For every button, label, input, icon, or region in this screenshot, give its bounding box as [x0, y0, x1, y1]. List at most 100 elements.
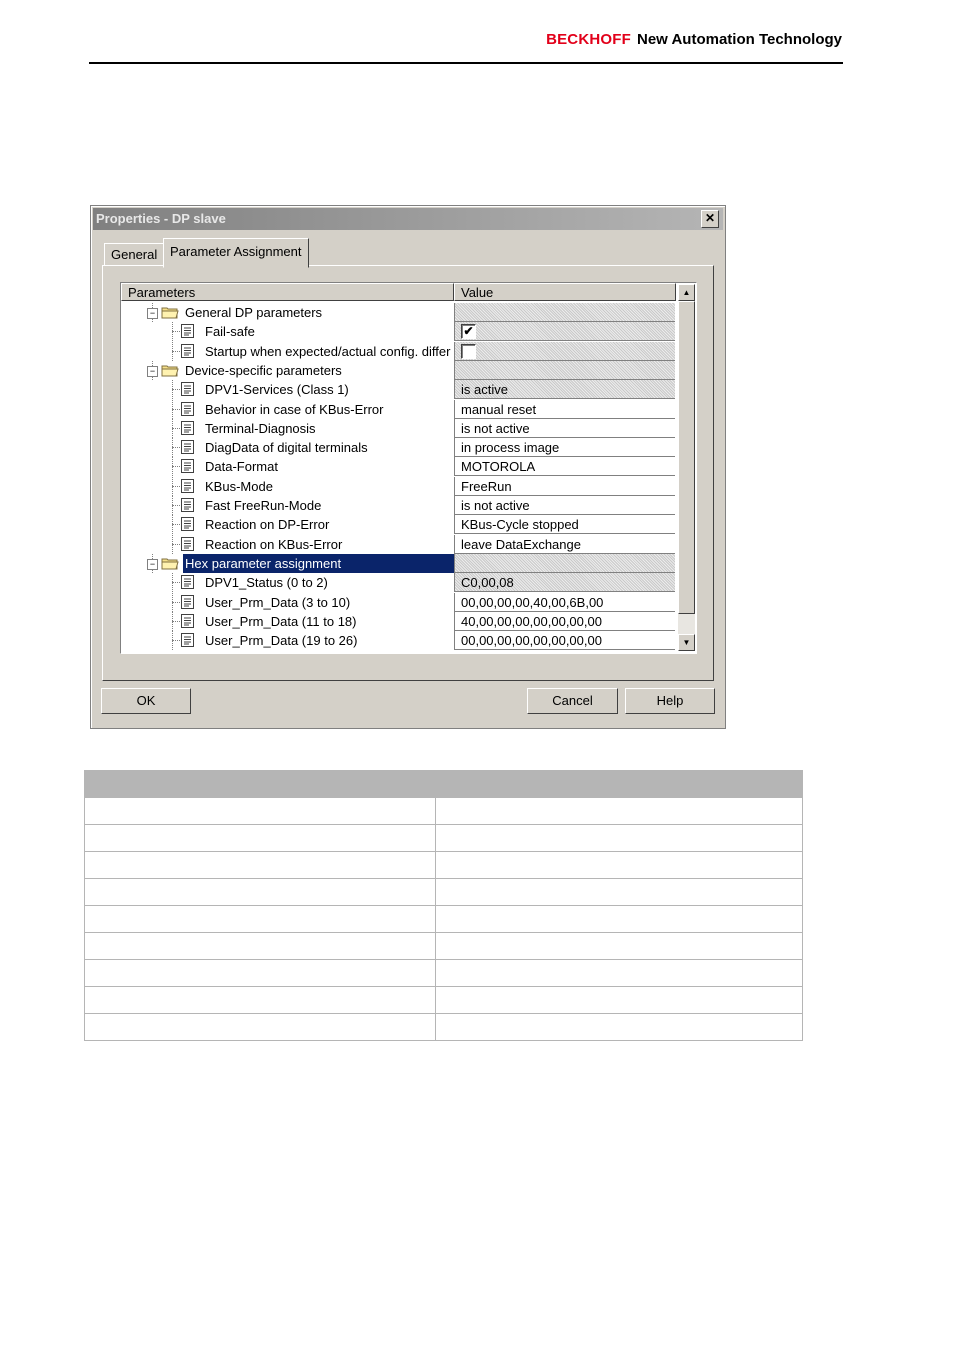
- collapse-icon[interactable]: −: [147, 558, 158, 570]
- tree-branch: [172, 505, 180, 506]
- lower-table-cell: [435, 824, 803, 852]
- table-row[interactable]: Fast FreeRun-Mode is not active: [121, 496, 676, 515]
- table-row[interactable]: − Hex parameter assignment: [121, 553, 676, 573]
- parameter-name: Reaction on KBus-Error: [205, 536, 343, 552]
- lower-table-cell: [84, 932, 436, 960]
- table-row[interactable]: Startup when expected/actual config. dif…: [121, 341, 676, 361]
- parameter-value[interactable]: in process image: [454, 438, 675, 458]
- parameter-name: Startup when expected/actual config. dif…: [205, 343, 451, 359]
- table-row[interactable]: Behavior in case of KBus-Error manual res…: [121, 399, 676, 419]
- parameter-icon: [181, 613, 194, 628]
- parameter-value[interactable]: leave DataExchange: [454, 534, 675, 554]
- parameter-value[interactable]: C0,00,08: [454, 573, 675, 593]
- table-row[interactable]: KBus-Mode FreeRun: [121, 476, 676, 496]
- tree-branch: [172, 543, 180, 545]
- tree-branch: [172, 601, 180, 603]
- checkbox[interactable]: [461, 343, 476, 359]
- parameter-value[interactable]: KBus-Cycle stopped: [454, 515, 675, 535]
- column-header-value[interactable]: Value: [454, 283, 676, 301]
- folder-icon: [161, 365, 179, 377]
- lower-table-row: [84, 959, 803, 987]
- parameter-name: KBus-Mode: [205, 478, 273, 494]
- parameter-value[interactable]: 00,00,00,00,00,00,00,00: [454, 631, 675, 651]
- tree-branch: [172, 389, 180, 391]
- tree-branch: [172, 447, 180, 449]
- lower-table-cell: [435, 851, 803, 879]
- table-row[interactable]: − General DP parameters: [121, 303, 676, 322]
- table-row[interactable]: Reaction on KBus-Error leave DataExchange: [121, 534, 676, 554]
- table-row[interactable]: DPV1_Status (0 to 2) C0,00,08: [121, 573, 676, 593]
- dialog-title: Properties - DP slave: [96, 211, 226, 226]
- parameter-icon: [181, 594, 194, 609]
- table-row[interactable]: Data-Format MOTOROLA: [121, 457, 676, 477]
- parameter-icon: [181, 498, 194, 512]
- scroll-thumb[interactable]: [678, 301, 695, 614]
- parameter-name: DiagData of digital terminals: [205, 440, 368, 456]
- parameter-value[interactable]: manual reset: [454, 399, 675, 419]
- parameter-value[interactable]: FreeRun: [454, 476, 675, 496]
- lower-table-cell: [84, 905, 436, 933]
- table-row[interactable]: User_Prm_Data (11 to 18) 40,00,00,00,00,0…: [121, 611, 676, 631]
- parameter-value[interactable]: 40,00,00,00,00,00,00,00: [454, 611, 675, 631]
- lower-table-cell: [84, 824, 436, 852]
- close-icon[interactable]: ✕: [701, 210, 719, 228]
- parameter-name: Device-specific parameters: [185, 362, 342, 378]
- scroll-down-icon[interactable]: ▼: [678, 634, 695, 651]
- lower-table-row: [84, 1013, 803, 1041]
- parameter-value[interactable]: [454, 553, 675, 573]
- dialog-titlebar[interactable]: Properties - DP slave ✕: [93, 208, 723, 230]
- collapse-icon[interactable]: −: [147, 308, 158, 319]
- tree-branch: [172, 524, 180, 526]
- checkbox[interactable]: ✔: [461, 324, 476, 340]
- tab-parameter-assignment[interactable]: Parameter Assignment: [163, 238, 309, 268]
- parameter-name: Data-Format: [205, 459, 278, 475]
- parameter-value[interactable]: [454, 341, 675, 361]
- parameter-value[interactable]: [454, 360, 675, 380]
- help-button[interactable]: Help: [625, 688, 715, 714]
- parameter-name: User_Prm_Data (11 to 18): [205, 613, 357, 629]
- tree-branch: [172, 331, 180, 333]
- lower-table-cell: [435, 797, 803, 825]
- tab-general[interactable]: General: [104, 243, 165, 266]
- parameter-value[interactable]: is not active: [454, 418, 675, 438]
- lower-table-cell: [435, 932, 803, 960]
- parameter-name: Behavior in case of KBus-Error: [205, 401, 384, 417]
- table-row[interactable]: DiagData of digital terminals in process …: [121, 438, 676, 458]
- lower-table-cell: [84, 851, 436, 879]
- collapse-icon[interactable]: −: [147, 365, 158, 377]
- parameter-value[interactable]: is not active: [454, 496, 675, 515]
- parameter-name: User_Prm_Data (19 to 26): [205, 633, 358, 649]
- table-row[interactable]: Reaction on DP-Error KBus-Cycle stopped: [121, 515, 676, 535]
- parameter-value[interactable]: MOTOROLA: [454, 457, 675, 477]
- parameter-value[interactable]: ✔: [454, 322, 675, 342]
- ok-button[interactable]: OK: [101, 688, 191, 714]
- parameter-icon: [181, 517, 194, 532]
- parameter-value[interactable]: is active: [454, 380, 675, 400]
- lower-table-row: [84, 797, 803, 825]
- lower-table-cell: [435, 878, 803, 906]
- lower-table-header: [84, 770, 803, 798]
- cancel-button[interactable]: Cancel: [527, 688, 618, 714]
- table-row[interactable]: − Device-specific parameters: [121, 360, 676, 380]
- lower-table-cell: [84, 959, 436, 987]
- parameter-name: Fast FreeRun-Mode: [205, 498, 322, 513]
- column-header-parameters[interactable]: Parameters: [121, 283, 454, 301]
- parameter-value[interactable]: 00,00,00,00,40,00,6B,00: [454, 592, 675, 612]
- table-row[interactable]: Terminal-Diagnosis is not active: [121, 418, 676, 438]
- scroll-up-icon[interactable]: ▲: [678, 284, 695, 301]
- parameter-name: Fail-safe: [205, 324, 255, 340]
- vertical-scrollbar[interactable]: ▲ ▼: [678, 284, 695, 651]
- parameter-icon: [181, 343, 194, 358]
- parameter-grid: Parameters Value − General DP parameters F…: [120, 282, 697, 654]
- tree-branch: [172, 640, 180, 642]
- lower-table-cell: [84, 797, 436, 825]
- header-brand: BECKHOFF New Automation Technology: [546, 31, 842, 48]
- table-row[interactable]: User_Prm_Data (3 to 10) 00,00,00,00,40,00…: [121, 592, 676, 612]
- table-row[interactable]: Fail-safe ✔: [121, 322, 676, 342]
- grid-header: Parameters Value: [121, 283, 676, 302]
- table-row[interactable]: User_Prm_Data (19 to 26) 00,00,00,00,00,0…: [121, 631, 676, 651]
- lower-table: [84, 770, 803, 1041]
- parameter-value[interactable]: [454, 303, 675, 322]
- parameter-icon: [181, 420, 194, 435]
- table-row[interactable]: DPV1-Services (Class 1) is active: [121, 380, 676, 400]
